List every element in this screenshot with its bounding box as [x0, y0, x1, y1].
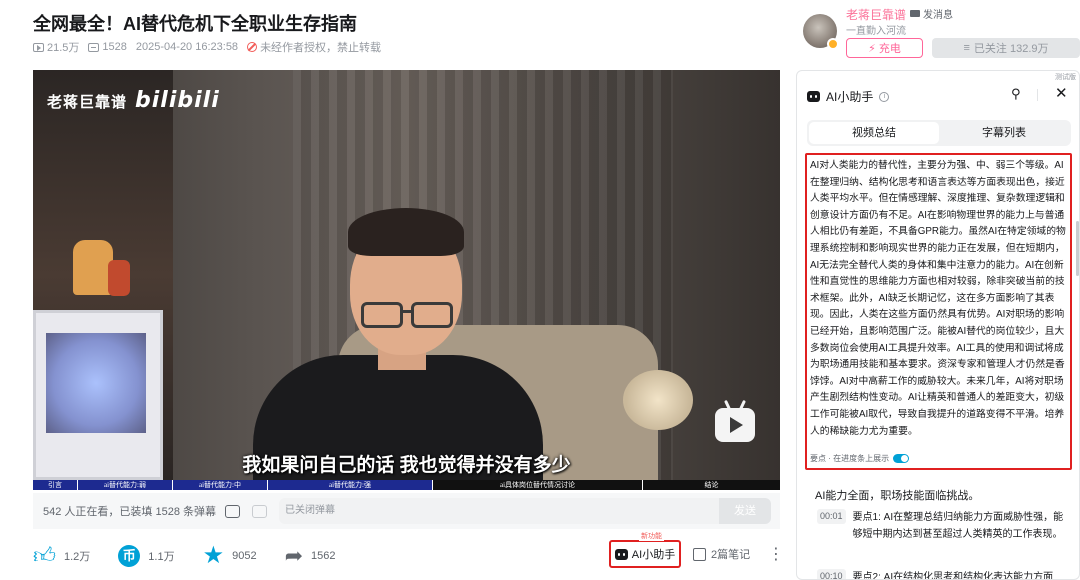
summary-text: AI对人类能力的替代性，主要分为强、中、弱三个等级。AI在整理归纳、结构化思考和…	[810, 160, 1066, 437]
beta-label: 测试版	[1055, 74, 1076, 81]
video-glasses	[402, 310, 412, 313]
envelope-icon	[910, 10, 920, 17]
video-presenter-hair	[348, 208, 464, 256]
panel-scrollbar[interactable]	[1076, 221, 1079, 276]
uploader-avatar[interactable]	[803, 14, 839, 50]
like-count: 1.2万	[64, 551, 91, 563]
tab-subtitle-list[interactable]: 字幕列表	[939, 122, 1069, 144]
copyright-text: 未经作者授权，禁止转载	[260, 42, 382, 54]
copyright-notice: 未经作者授权，禁止转载	[247, 39, 381, 55]
video-toy	[108, 260, 130, 296]
menu-icon: ≡	[963, 42, 970, 54]
danmaku-count-icon	[88, 42, 100, 52]
danmaku-bar: 542 人正在看，已装填 1528 条弹幕 已关闭弹幕 发送	[33, 493, 780, 529]
video-subtitle: 我如果问自己的话 我也觉得并没有多少	[242, 455, 571, 476]
danmaku-input[interactable]: 已关闭弹幕	[279, 498, 719, 524]
share-button[interactable]: ➦ 1562	[285, 545, 336, 567]
video-title: 全网最全！AI替代危机下全职业生存指南	[33, 14, 357, 34]
key-point-text: 要点2: AI在结构化思考和结构化表达能力方面	[852, 572, 1054, 580]
ai-helper-button[interactable]: 新功能 AI小助手	[609, 531, 681, 568]
key-point[interactable]: 00:01 要点1: AI在整理总结归纳能力方面威胁性强，能够短中期内达到甚至超…	[817, 509, 1067, 543]
no-reprint-icon	[247, 42, 258, 52]
chapter-segment[interactable]: 引言	[33, 480, 78, 490]
video-player[interactable]: 老蒋巨靠谱 bilibili 我如果问自己的话 我也觉得并没有多少	[33, 70, 780, 480]
tv-antenna	[739, 399, 746, 411]
danmaku-toggle-icon[interactable]	[225, 504, 240, 518]
note-icon	[693, 547, 706, 561]
video-meta: 21.5万 1528 2025-04-20 16:23:58 未经作者授权，禁止…	[33, 39, 381, 55]
watermark-text: 老蒋巨靠谱	[47, 94, 128, 111]
followed-label: 已关注 132.9万	[973, 43, 1049, 55]
video-toy	[73, 240, 113, 295]
panel-title: AI小助手	[826, 90, 874, 104]
coin-button[interactable]: 币 1.1万	[118, 545, 175, 567]
ai-helper-label: AI小助手	[631, 549, 676, 561]
video-watermark: 老蒋巨靠谱 bilibili	[47, 88, 220, 113]
video-summary: AI对人类能力的替代性，主要分为强、中、弱三个等级。AI在整理归纳、结构化思考和…	[805, 153, 1072, 470]
key-point[interactable]: 00:10 要点2: AI在结构化思考和结构化表达能力方面	[817, 569, 1067, 580]
share-arrow-icon: ➦	[284, 543, 304, 568]
video-lamp	[623, 370, 693, 430]
view-count-value: 21.5万	[47, 42, 80, 54]
danmaku-count: 1528	[88, 41, 127, 53]
chapter-segment[interactable]: ai具体岗位替代情况讨论	[433, 480, 643, 490]
followed-button[interactable]: ≡ 已关注 132.9万	[932, 38, 1080, 58]
play-tv-icon[interactable]	[715, 399, 755, 442]
new-feature-badge: 新功能	[639, 531, 664, 541]
uploader-name[interactable]: 老蒋巨靠谱	[846, 6, 906, 23]
chapter-progress-bar[interactable]: 引言 ai替代能力:弱 ai替代能力:中 ai替代能力:强 ai具体岗位替代情况…	[33, 480, 780, 490]
uploader-description: 一直勤入河流	[846, 26, 906, 37]
send-message-link[interactable]: 发消息	[910, 6, 953, 21]
keypoint-toggle-switch[interactable]	[893, 454, 910, 463]
thumbs-up-icon: 👍︎	[33, 543, 56, 568]
like-button[interactable]: 👍︎ 1.2万	[33, 545, 90, 567]
keypoint-toggle-label: 要点 · 在进度条上展示	[810, 454, 890, 463]
video-glasses	[411, 302, 453, 328]
lightning-icon: ⚡	[868, 42, 876, 55]
chapter-segment[interactable]: ai替代能力:强	[268, 480, 433, 490]
watching-count: 542 人正在看，已装填 1528 条弹幕	[43, 506, 216, 518]
play-count-icon	[33, 42, 44, 52]
key-point-timestamp[interactable]: 00:10	[817, 569, 846, 579]
key-point-timestamp[interactable]: 00:01	[817, 509, 846, 524]
danmaku-count-value: 1528	[102, 41, 127, 53]
chapter-segment[interactable]: ai替代能力:弱	[78, 480, 173, 490]
publish-date: 2025-04-20 16:23:58	[135, 41, 239, 53]
charge-button[interactable]: ⚡ 充电	[846, 38, 923, 58]
video-glasses	[361, 302, 403, 328]
share-count: 1562	[311, 550, 336, 562]
verified-badge-icon	[827, 38, 839, 50]
coin-icon: 币	[118, 545, 141, 567]
header-divider	[1037, 89, 1038, 101]
key-point-text: 要点1: AI在整理总结归纳能力方面威胁性强，能够短中期内达到甚至超过人类精英的…	[852, 512, 1064, 540]
danmaku-send-button[interactable]: 发送	[719, 498, 771, 524]
robot-icon	[807, 91, 820, 102]
panel-header: AI小助手 i	[807, 88, 890, 105]
send-message-label: 发消息	[923, 10, 953, 21]
bilibili-logo: bilibili	[135, 88, 220, 113]
favorite-count: 9052	[232, 550, 257, 562]
info-icon[interactable]: i	[879, 91, 890, 102]
star-icon: ★	[202, 542, 225, 569]
view-count: 21.5万	[33, 39, 79, 55]
more-options-icon[interactable]: ⋮	[768, 544, 784, 564]
coin-count: 1.1万	[148, 551, 175, 563]
notes-button[interactable]: 2篇笔记	[693, 546, 750, 562]
tab-video-summary[interactable]: 视频总结	[809, 122, 939, 144]
video-actions: 👍︎ 1.2万 币 1.1万 ★ 9052 ➦ 1562 新功能 AI小助手 2…	[33, 531, 784, 574]
panel-tabs: 视频总结 字幕列表	[807, 120, 1071, 146]
section-title: AI能力全面，职场技能面临挑战。	[815, 490, 980, 502]
notes-label: 2篇笔记	[711, 549, 751, 561]
search-icon[interactable]: ⚲	[1011, 86, 1021, 102]
keypoint-toggle-row: 要点 · 在进度条上展示	[810, 453, 910, 464]
charge-label: 充电	[878, 43, 901, 55]
tv-antenna	[724, 399, 731, 411]
favorite-button[interactable]: ★ 9052	[203, 544, 257, 568]
robot-icon	[614, 548, 628, 560]
ai-helper-panel: 测试版 AI小助手 i ⚲ ✕ 视频总结 字幕列表 AI对人类能力的替代性，主要…	[796, 70, 1080, 580]
close-icon[interactable]: ✕	[1055, 84, 1068, 102]
chapter-segment[interactable]: 结论	[643, 480, 780, 490]
chapter-segment[interactable]: ai替代能力:中	[173, 480, 268, 490]
danmaku-settings-icon[interactable]	[252, 504, 267, 518]
